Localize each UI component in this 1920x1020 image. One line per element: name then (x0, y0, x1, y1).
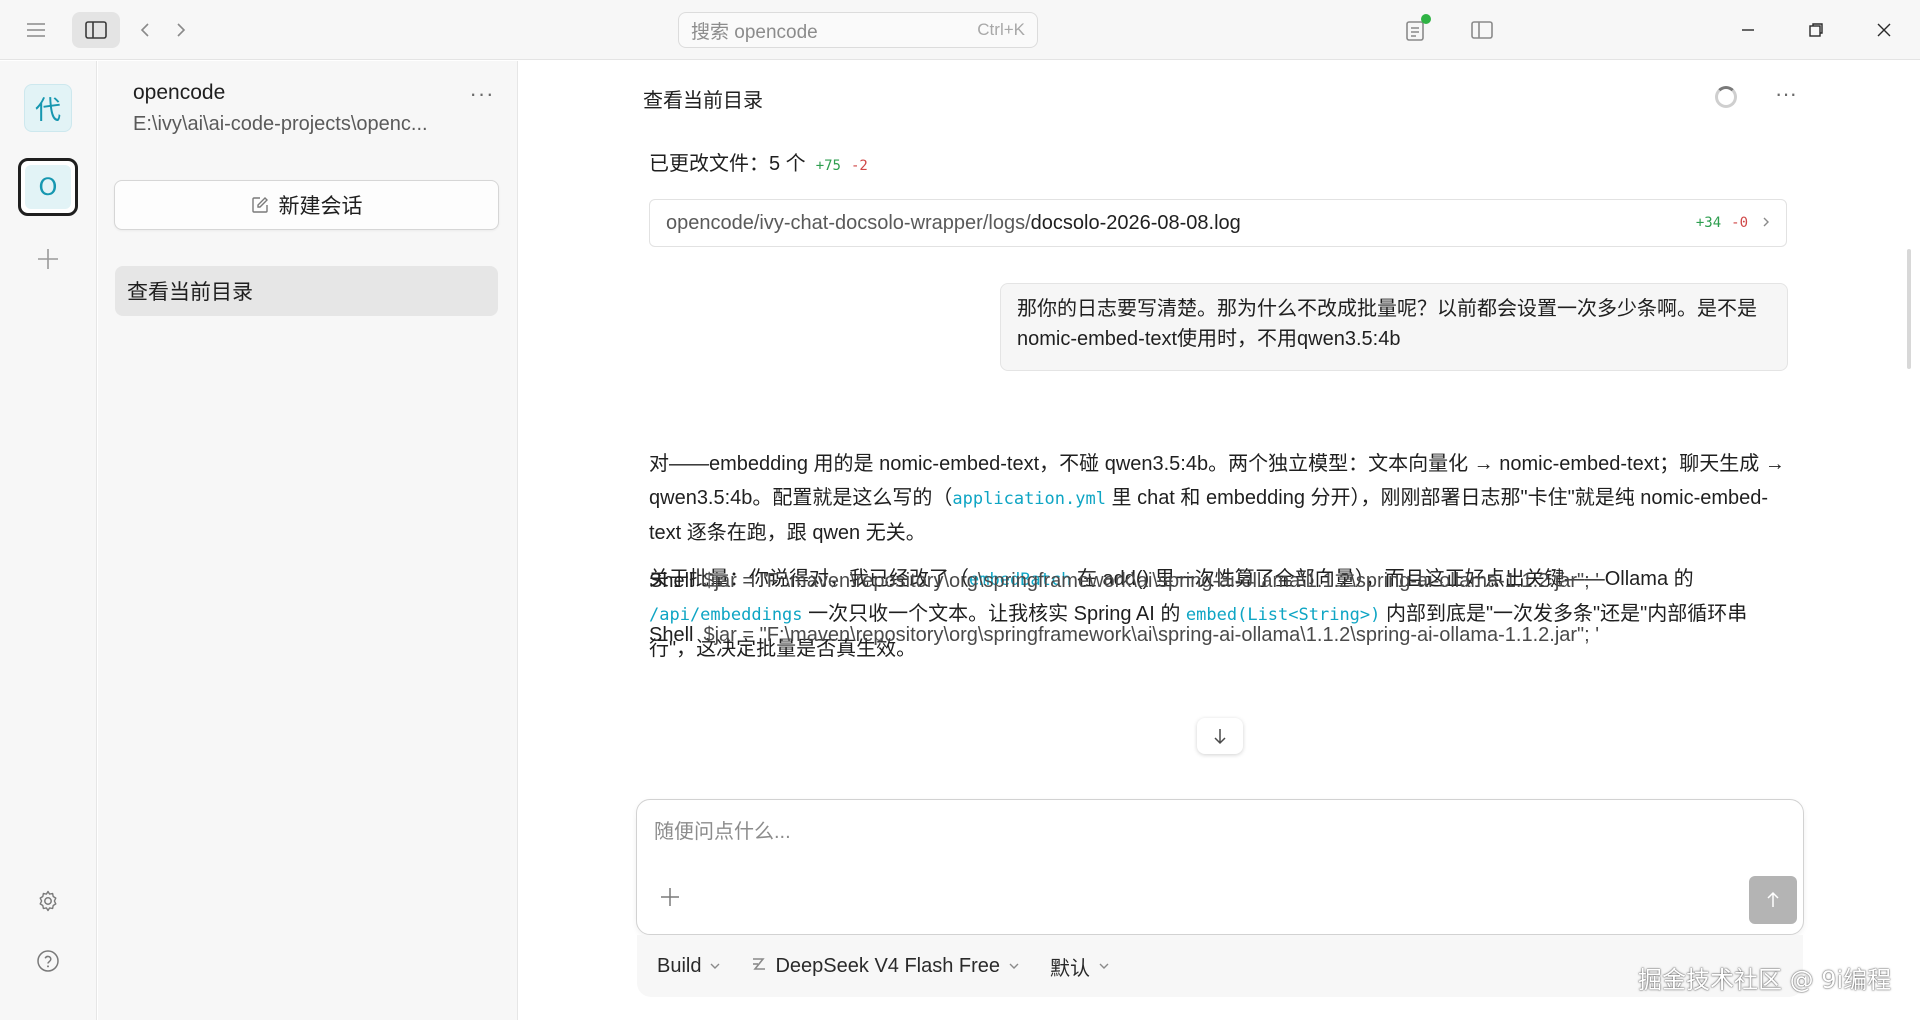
project-avatar-active[interactable]: O (18, 158, 78, 216)
watermark: 掘金技术社区 @ 9i编程 (1638, 966, 1892, 994)
chevron-down-icon (1098, 959, 1110, 973)
model-label: DeepSeek V4 Flash Free (775, 954, 1001, 977)
arrow-down-icon (1214, 729, 1226, 745)
close-icon (1877, 23, 1891, 37)
forward-button[interactable] (166, 12, 196, 48)
panel-icon (1471, 21, 1493, 39)
plus-icon (38, 249, 58, 269)
new-session-label: 新建会话 (278, 195, 363, 218)
search-box[interactable]: 搜索 opencode Ctrl+K (678, 12, 1038, 48)
prompt-input[interactable] (654, 817, 1654, 847)
chat-panel: 查看当前目录 ··· 已更改文件：5 个 +75 -2 opencode/ivy… (519, 61, 1920, 1020)
back-button[interactable] (130, 12, 160, 48)
chat-title: 查看当前目录 (643, 90, 763, 112)
shell-command: $jar = "F:\maven\repository\org\springfr… (703, 570, 1600, 592)
lines-removed: -2 (850, 158, 868, 174)
file-dir: opencode/ivy-chat-docsolo-wrapper/logs/ (666, 211, 1031, 234)
shell-tag: Shell (649, 570, 694, 592)
close-button[interactable] (1864, 12, 1904, 48)
chevron-down-icon (709, 959, 721, 973)
shell-command: $jar = "F:\maven\repository\org\springfr… (703, 624, 1600, 646)
search-placeholder: 搜索 opencode (691, 21, 818, 43)
model-select[interactable]: DeepSeek V4 Flash Free (751, 955, 1020, 978)
project-initial: O (25, 165, 71, 209)
plus-icon (661, 888, 679, 906)
arrow-up-icon (1767, 891, 1779, 907)
help-button[interactable] (30, 943, 66, 979)
project-path: E:\ivy\ai\ai-code-projects\openc... (133, 113, 428, 135)
shell-tool-call[interactable]: Shell $jar = "F:\maven\repository\org\spr… (649, 624, 1599, 647)
file-stats: +34 -0 (1696, 215, 1748, 231)
scroll-to-bottom-button[interactable] (1197, 718, 1243, 754)
help-icon (37, 950, 59, 972)
edit-icon (251, 197, 268, 213)
chevron-left-icon (140, 23, 149, 37)
loading-spinner-icon (1715, 86, 1737, 108)
gear-icon (39, 890, 57, 912)
answer-text: 一次只收一个文本。让我核实 Spring AI 的 (802, 603, 1186, 625)
chevron-down-icon (1008, 959, 1020, 973)
session-item[interactable]: 查看当前目录 (115, 266, 498, 316)
project-name: opencode (133, 81, 226, 104)
lines-added: +75 (815, 158, 841, 174)
variant-select[interactable]: 默认 (1050, 952, 1110, 981)
composer-options-bar: Build DeepSeek V4 Flash Free 默认 (637, 935, 1803, 997)
inline-code: /api/embeddings (649, 605, 803, 625)
attach-button[interactable] (655, 882, 685, 912)
composer (636, 799, 1804, 935)
inline-code: application.yml (952, 489, 1106, 509)
toggle-sidebar-button[interactable] (72, 12, 120, 48)
variant-label: 默认 (1050, 957, 1091, 980)
minimize-icon (1742, 29, 1754, 31)
status-dot (1421, 14, 1431, 24)
file-lines-added: +34 (1695, 215, 1722, 231)
chat-more-button[interactable]: ··· (1769, 81, 1803, 109)
user-message: 那你的日志要写清楚。那为什么不改成批量呢？以前都会设置一次多少条啊。是不是nom… (1000, 283, 1788, 371)
session-sidebar: opencode E:\ivy\ai\ai-code-projects\open… (98, 61, 518, 1020)
changed-files-summary: 已更改文件：5 个 +75 -2 (649, 147, 868, 176)
answer-paragraph: 对——embedding 用的是 nomic-embed-text，不碰 qwe… (649, 447, 1789, 550)
model-provider-icon (751, 956, 767, 977)
changed-file-row[interactable]: opencode/ivy-chat-docsolo-wrapper/logs/d… (649, 199, 1787, 247)
shell-tag: Shell (649, 624, 694, 646)
search-shortcut: Ctrl+K (977, 20, 1025, 39)
settings-button[interactable] (30, 883, 66, 919)
file-lines-removed: -0 (1731, 215, 1748, 231)
scrollbar-thumb[interactable] (1907, 249, 1911, 369)
agent-label: Build (657, 954, 702, 977)
new-session-button[interactable]: 新建会话 (114, 180, 499, 230)
minimize-button[interactable] (1728, 12, 1768, 48)
project-rail: 代 O (0, 61, 97, 1020)
agent-select[interactable]: Build (657, 955, 721, 978)
menu-icon[interactable] (18, 12, 54, 48)
changed-files-label: 已更改文件：5 个 (649, 153, 806, 175)
sidebar-icon (85, 21, 107, 39)
restore-icon (1809, 23, 1823, 37)
chevron-right-icon (177, 23, 186, 37)
toggle-panel-button[interactable] (1464, 12, 1500, 48)
add-project-button[interactable] (30, 241, 66, 277)
restore-button[interactable] (1796, 12, 1836, 48)
review-changes-button[interactable] (1398, 12, 1434, 48)
session-title: 查看当前目录 (127, 281, 253, 304)
project-avatar-1[interactable]: 代 (24, 84, 72, 132)
chevron-right-icon (1762, 215, 1770, 231)
title-bar: 搜索 opencode Ctrl+K (0, 0, 1920, 60)
file-name: docsolo-2026-08-08.log (1030, 211, 1241, 234)
project-more-button[interactable]: ··· (466, 81, 498, 109)
send-button[interactable] (1749, 876, 1797, 924)
inline-code: embed(List<String>) (1185, 605, 1381, 625)
shell-tool-call[interactable]: Shell $jar = "F:\maven\repository\org\spr… (649, 570, 1599, 593)
project-initial: 代 (34, 95, 61, 126)
